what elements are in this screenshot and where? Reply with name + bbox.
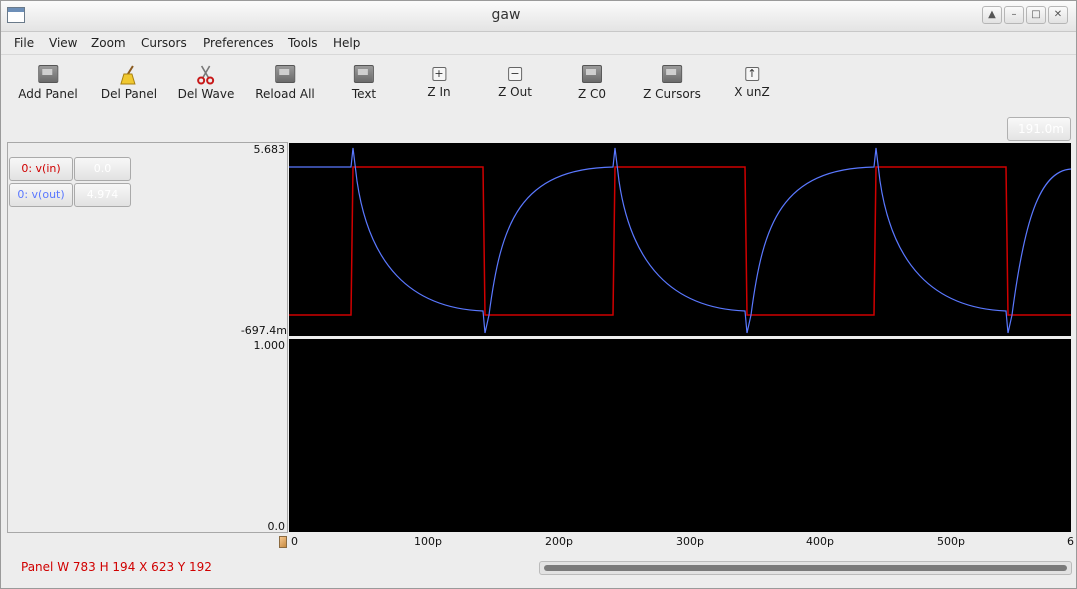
xaxis-tick: 0	[291, 535, 298, 548]
title-bar: gaw ▲ – □ ✕	[1, 1, 1076, 32]
xaxis-tick: 500p	[937, 535, 965, 548]
status-text: Panel W 783 H 194 X 623 Y 192	[21, 560, 212, 574]
menu-file[interactable]: File	[14, 36, 34, 50]
reload-icon	[275, 65, 295, 83]
add-panel-icon	[37, 65, 58, 83]
xaxis-tick: 400p	[806, 535, 834, 548]
wave-button-vin[interactable]: 0: v(in)	[9, 157, 73, 181]
xaxis-tick: 6	[1067, 535, 1074, 548]
zoom-cursor0-icon	[582, 65, 602, 83]
x-unzoom-button[interactable]: ↑ X unZ	[734, 65, 770, 99]
wave-panel-1[interactable]	[289, 143, 1072, 336]
panel2-ymax: 1.000	[253, 339, 286, 352]
scissors-icon	[196, 65, 216, 85]
close-icon[interactable]: ✕	[1048, 6, 1068, 24]
del-panel-button[interactable]: Del Panel	[101, 65, 157, 101]
window-title: gaw	[491, 7, 521, 23]
toolbar: Add Panel Del Panel Del Wave Reload All …	[1, 57, 1076, 109]
zoom-in-icon: +	[432, 67, 446, 81]
xaxis-tick: 300p	[676, 535, 704, 548]
wave-vout	[289, 147, 1072, 334]
add-panel-button[interactable]: Add Panel	[18, 65, 78, 101]
zoom-in-button[interactable]: + Z In	[427, 65, 451, 99]
broom-icon	[119, 65, 139, 85]
scrollbar-thumb[interactable]	[544, 565, 1067, 571]
zoom-out-icon: −	[507, 67, 522, 81]
wave-list-panel: 0: v(in) 0.0 0: v(out) 4.974	[7, 142, 288, 533]
panel1-ymax: 5.683	[253, 143, 286, 156]
zoom-cursors-icon	[661, 65, 682, 83]
menu-bar: File View Zoom Cursors Preferences Tools…	[1, 32, 1076, 55]
x-unzoom-icon: ↑	[745, 67, 759, 81]
x-position-display: 191.0m	[1007, 117, 1071, 141]
zoom-out-button[interactable]: − Z Out	[498, 65, 532, 99]
zoom-cursors-button[interactable]: Z Cursors	[643, 65, 701, 101]
panel2-ymin: 0.0	[267, 520, 286, 533]
xaxis-tick: 200p	[545, 535, 573, 548]
text-icon	[354, 65, 374, 83]
menu-zoom[interactable]: Zoom	[91, 36, 126, 50]
wave-panel-2[interactable]	[289, 339, 1071, 532]
panel1-ymin: -697.4m	[240, 324, 287, 337]
reload-all-button[interactable]: Reload All	[255, 65, 315, 101]
app-window: gaw ▲ – □ ✕ File View Zoom Cursors Prefe…	[0, 0, 1077, 589]
zoom-c0-button[interactable]: Z C0	[578, 65, 606, 101]
menu-view[interactable]: View	[49, 36, 77, 50]
shade-icon[interactable]: ▲	[982, 6, 1002, 24]
maximize-icon[interactable]: □	[1026, 6, 1046, 24]
minimize-icon[interactable]: –	[1004, 6, 1024, 24]
cursor-marker-icon[interactable]	[279, 536, 287, 548]
window-controls: ▲ – □ ✕	[982, 6, 1068, 24]
xaxis-tick: 100p	[414, 535, 442, 548]
text-button[interactable]: Text	[352, 65, 376, 101]
wave-value-vout: 4.974	[74, 183, 131, 207]
horizontal-scrollbar[interactable]	[539, 561, 1072, 575]
menu-cursors[interactable]: Cursors	[141, 36, 187, 50]
wave-value-vin: 0.0	[74, 157, 131, 181]
wave-button-vout[interactable]: 0: v(out)	[9, 183, 73, 207]
menu-tools[interactable]: Tools	[288, 36, 318, 50]
menu-preferences[interactable]: Preferences	[203, 36, 274, 50]
del-wave-button[interactable]: Del Wave	[178, 65, 234, 101]
menu-help[interactable]: Help	[333, 36, 360, 50]
